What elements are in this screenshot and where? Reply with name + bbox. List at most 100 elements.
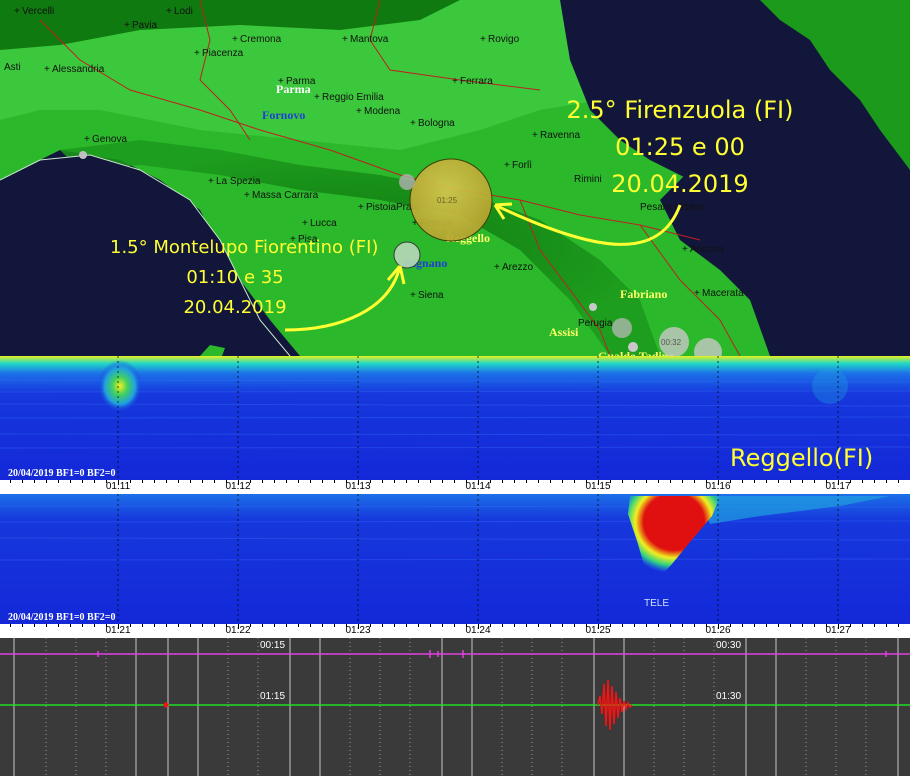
minor-tick: [298, 624, 299, 627]
minor-tick: [94, 480, 95, 483]
annotation-firenzuola-line3: 20.04.2019: [611, 170, 749, 198]
seismogram-traces: [0, 638, 910, 776]
spectrogram-top-event-blob: [98, 360, 142, 412]
minor-tick: [346, 480, 347, 483]
minor-tick: [874, 480, 875, 483]
minor-tick: [526, 480, 527, 483]
minor-tick: [130, 624, 131, 627]
minor-tick: [454, 624, 455, 627]
minor-tick: [286, 624, 287, 627]
minor-tick: [598, 624, 599, 627]
minor-tick: [214, 624, 215, 627]
minor-tick: [286, 480, 287, 483]
spectrogram-top-time-axis: 01:11 01:12 01:13 01:14 01:15 01:16 01:17: [0, 480, 910, 494]
minor-tick: [574, 480, 575, 483]
minor-tick: [814, 624, 815, 627]
minor-tick: [34, 480, 35, 483]
seismic-monitor-window: Vercelli + Pavia + Lodi + Cremona + Mantova + Rovi…: [0, 0, 910, 776]
event-circle-montelupo: [393, 241, 421, 269]
minor-tick: [490, 624, 491, 627]
spectrogram-bottom-label: TELE: [644, 598, 670, 609]
event-time-small-a: 00:32: [661, 338, 682, 347]
minor-tick: [742, 624, 743, 627]
minor-tick: [262, 480, 263, 483]
minor-tick: [46, 480, 47, 483]
minor-tick: [418, 624, 419, 627]
minor-tick: [718, 624, 719, 627]
minor-tick: [502, 480, 503, 483]
minor-tick: [394, 480, 395, 483]
minor-tick: [586, 480, 587, 483]
map-panel[interactable]: Vercelli + Pavia + Lodi + Cremona + Mantova + Rovi…: [0, 0, 910, 356]
minor-tick: [586, 624, 587, 627]
minor-tick: [418, 480, 419, 483]
minor-tick: [250, 480, 251, 483]
minor-tick: [190, 480, 191, 483]
event-circle-small-1: [399, 174, 415, 190]
minor-tick: [178, 624, 179, 627]
minor-tick: [694, 624, 695, 627]
minor-tick: [274, 480, 275, 483]
minor-tick: [214, 480, 215, 483]
station-label: Reggello(FI): [730, 444, 874, 472]
minor-tick: [22, 480, 23, 483]
minor-tick: [622, 624, 623, 627]
minor-tick: [814, 480, 815, 483]
minor-tick: [346, 624, 347, 627]
minor-tick: [238, 624, 239, 627]
minor-tick: [682, 480, 683, 483]
minor-tick: [730, 624, 731, 627]
minor-tick: [862, 624, 863, 627]
minor-tick: [166, 624, 167, 627]
seismogram-gridlines: [13, 638, 899, 776]
minor-tick: [514, 624, 515, 627]
spectrogram-top-info: 20/04/2019 BF1=0 BF2=0: [8, 468, 116, 479]
minor-tick: [886, 624, 887, 627]
minor-tick: [310, 480, 311, 483]
minor-tick: [334, 624, 335, 627]
event-circle-small-7: [79, 151, 87, 159]
minor-tick: [154, 480, 155, 483]
minor-tick: [370, 480, 371, 483]
minor-tick: [766, 624, 767, 627]
spectrogram-bottom-info: 20/04/2019 BF1=0 BF2=0: [8, 612, 116, 623]
minor-tick: [562, 624, 563, 627]
minor-tick: [382, 480, 383, 483]
minor-tick: [562, 480, 563, 483]
minor-tick: [658, 624, 659, 627]
annotation-firenzuola-line2: 01:25 e 00: [615, 133, 745, 161]
minor-tick: [94, 624, 95, 627]
annotation-montelupo-line2: 01:10 e 35: [186, 267, 284, 288]
minor-tick: [166, 480, 167, 483]
minor-tick: [550, 480, 551, 483]
annotation-firenzuola: 2.5° Firenzuola (FI) 01:25 e 00 20.04.20…: [550, 92, 810, 203]
minor-tick: [82, 624, 83, 627]
minor-tick: [478, 624, 479, 627]
minor-tick: [838, 624, 839, 627]
minor-tick: [322, 624, 323, 627]
minor-tick: [334, 480, 335, 483]
minor-tick: [406, 624, 407, 627]
minor-tick: [850, 480, 851, 483]
spectrogram-bottom[interactable]: TELE 20/04/2019 BF1=0 BF2=0: [0, 494, 910, 624]
spectrogram-bottom-time-axis: 01:21 01:22 01:23 01:24 01:25 01:26 01:27: [0, 624, 910, 638]
minor-tick: [298, 480, 299, 483]
minor-tick: [610, 624, 611, 627]
minor-tick: [826, 480, 827, 483]
annotation-firenzuola-line1: 2.5° Firenzuola (FI): [566, 96, 794, 124]
event-circle-small-6: [628, 342, 638, 352]
minor-tick: [58, 624, 59, 627]
seismogram-top-time-2: 00:30: [716, 640, 742, 651]
spectrogram-top[interactable]: 20/04/2019 BF1=0 BF2=0 Reggello(FI): [0, 356, 910, 480]
minor-tick: [478, 480, 479, 483]
minor-tick: [634, 624, 635, 627]
minor-tick: [34, 624, 35, 627]
minor-tick: [790, 624, 791, 627]
minor-tick: [250, 624, 251, 627]
minor-tick: [358, 624, 359, 627]
minor-tick: [826, 624, 827, 627]
minor-tick: [58, 480, 59, 483]
spectrogram-bottom-image: [0, 494, 910, 624]
seismogram-panel[interactable]: 00:15 00:30 01:15 01:30: [0, 638, 910, 776]
minor-tick: [706, 624, 707, 627]
